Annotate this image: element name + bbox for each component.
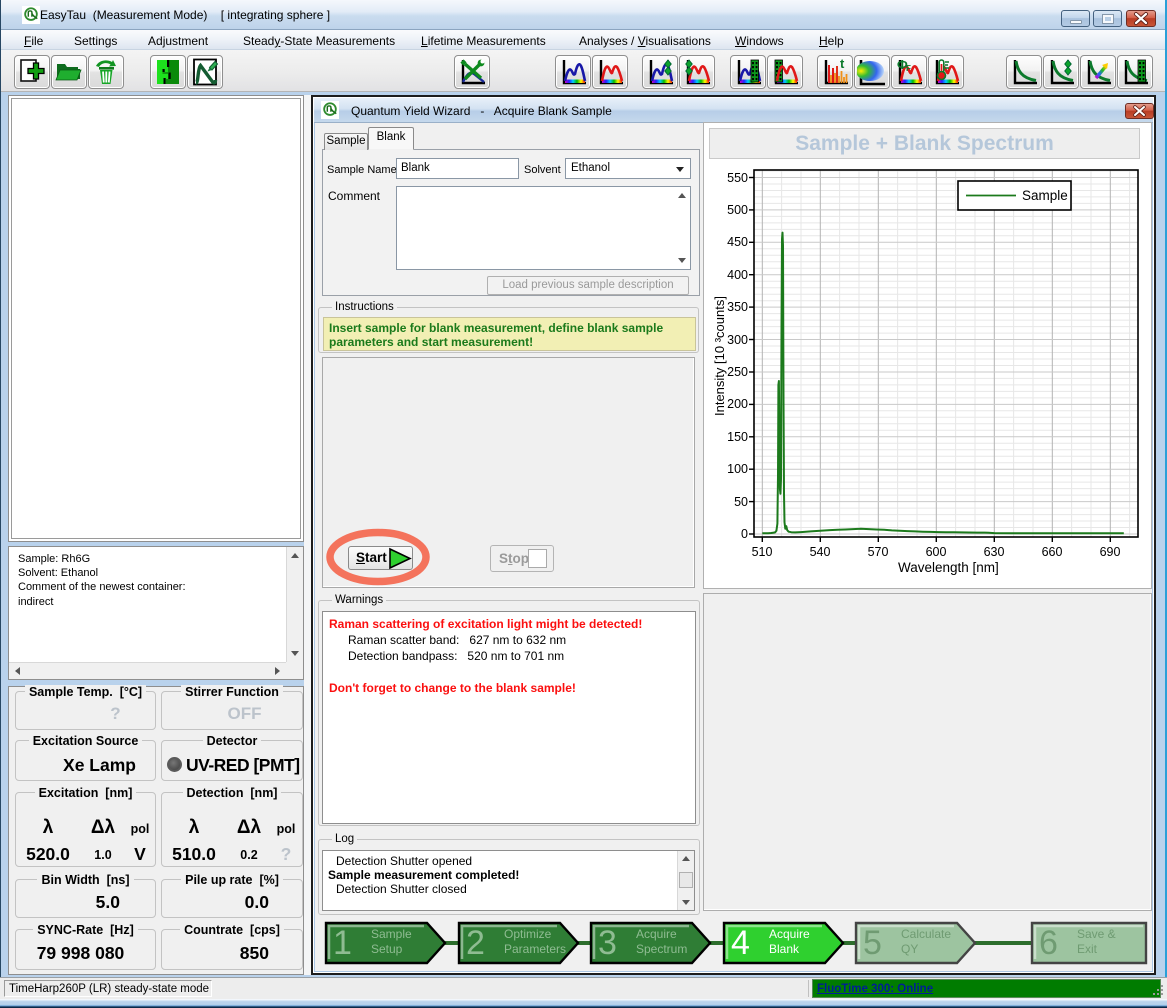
svg-text:t: t	[840, 57, 845, 71]
svg-text:F: F	[906, 64, 911, 73]
